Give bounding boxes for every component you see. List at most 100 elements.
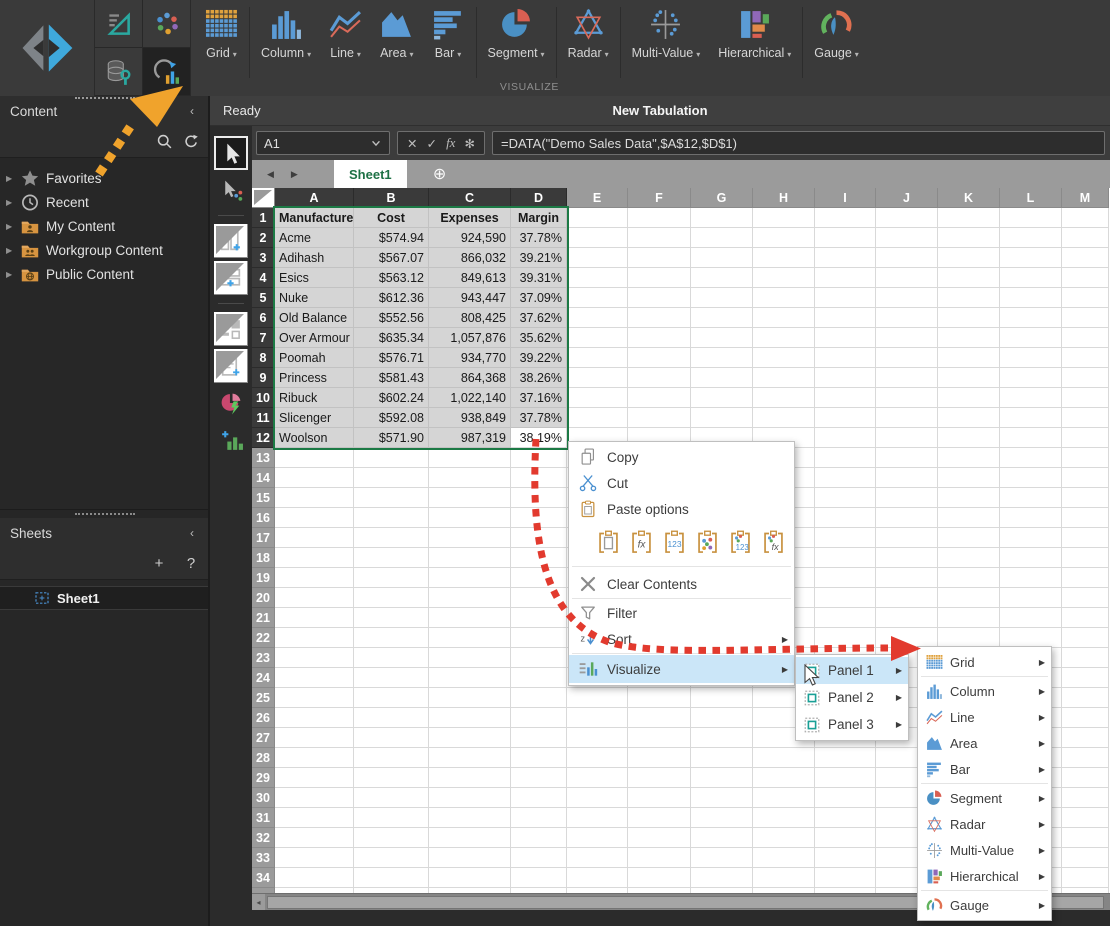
grid-cell[interactable] [511,548,567,568]
menu-item-panel-3[interactable]: Panel 3▶ [796,711,908,738]
grid-cell[interactable] [691,228,753,248]
grid-cell[interactable] [628,368,691,388]
sidebar-item-favorites[interactable]: ▶Favorites [0,166,208,190]
grid-cell[interactable] [815,808,876,828]
column-header-M[interactable]: M [1062,188,1109,208]
grid-cell[interactable]: 37.09% [511,288,567,308]
grid-cell[interactable] [429,668,511,688]
grid-cell[interactable] [567,708,628,728]
grid-cell[interactable] [1000,308,1062,328]
grid-cell[interactable] [275,488,354,508]
menu-item-clear-contents[interactable]: Clear Contents [569,571,794,597]
grid-cell[interactable] [815,388,876,408]
sidebar-item-workgroup-content[interactable]: ▶Workgroup Content [0,238,208,262]
row-header[interactable]: 23 [252,648,275,668]
grid-cell[interactable] [938,268,1000,288]
column-header-K[interactable]: K [938,188,1000,208]
grid-cell[interactable] [753,868,815,888]
grid-cell[interactable] [1000,408,1062,428]
grid-cell[interactable] [1000,388,1062,408]
grid-cell[interactable] [567,828,628,848]
column-header-D[interactable]: D [511,188,567,208]
grid-cell[interactable] [815,888,876,893]
grid-cell[interactable] [815,308,876,328]
grid-cell[interactable]: 808,425 [429,308,511,328]
grid-cell[interactable] [275,508,354,528]
grid-cell[interactable] [876,488,938,508]
grid-cell[interactable] [753,368,815,388]
grid-cell[interactable] [815,828,876,848]
grid-cell[interactable]: 38.26% [511,368,567,388]
grid-cell[interactable] [354,608,429,628]
grid-cell[interactable] [275,808,354,828]
grid-cell[interactable] [876,228,938,248]
grid-cell[interactable] [567,788,628,808]
grid-cell[interactable] [876,588,938,608]
row-header[interactable]: 28 [252,748,275,768]
grid-cell[interactable] [275,588,354,608]
menu-item-paste-options[interactable]: Paste options [569,496,794,522]
grid-cell[interactable] [691,708,753,728]
grid-cell[interactable] [628,408,691,428]
grid-cell[interactable]: 35.62% [511,328,567,348]
grid-cell[interactable] [876,248,938,268]
grid-cell[interactable] [815,588,876,608]
grid-cell[interactable] [567,768,628,788]
grid-cell[interactable] [354,748,429,768]
grid-cell[interactable] [628,888,691,893]
grid-cell[interactable] [876,608,938,628]
grid-cell[interactable] [567,848,628,868]
grid-cell[interactable] [938,288,1000,308]
grid-cell[interactable] [691,408,753,428]
select-tool-button[interactable] [214,136,248,170]
grid-cell[interactable] [753,388,815,408]
grid-cell[interactable] [567,368,628,388]
grid-cell[interactable] [275,788,354,808]
grid-cell[interactable]: Nuke [275,288,354,308]
grid-cell[interactable] [275,768,354,788]
grid-cell[interactable] [1062,528,1109,548]
grid-cell[interactable] [354,788,429,808]
grid-cell[interactable] [628,308,691,328]
expander-icon[interactable]: ▶ [6,222,19,231]
grid-cell[interactable] [429,648,511,668]
insert-column-button[interactable] [214,224,248,258]
row-header[interactable]: 8 [252,348,275,368]
grid-cell[interactable] [938,208,1000,228]
grid-cell[interactable] [567,248,628,268]
grid-cell[interactable] [628,388,691,408]
grid-cell[interactable] [938,488,1000,508]
grid-cell[interactable] [354,488,429,508]
menu-item-cut[interactable]: Cut [569,470,794,496]
row-header[interactable]: 31 [252,808,275,828]
grid-cell[interactable] [429,708,511,728]
column-header-G[interactable]: G [691,188,753,208]
grid-cell[interactable] [938,528,1000,548]
row-header[interactable]: 14 [252,468,275,488]
grid-cell[interactable] [815,528,876,548]
grid-cell[interactable] [753,228,815,248]
grid-cell[interactable] [429,568,511,588]
select-all-corner[interactable] [252,188,275,208]
grid-cell[interactable] [753,208,815,228]
grid-cell[interactable] [567,308,628,328]
grid-cell[interactable] [511,468,567,488]
grid-cell[interactable] [691,208,753,228]
grid-cell[interactable] [567,388,628,408]
grid-cell[interactable]: 1,022,140 [429,388,511,408]
grid-cell[interactable] [938,548,1000,568]
row-header[interactable]: 27 [252,728,275,748]
grid-cell[interactable] [876,468,938,488]
grid-cell[interactable] [628,268,691,288]
grid-cell[interactable] [876,408,938,428]
grid-cell[interactable] [275,828,354,848]
menu-item-copy[interactable]: Copy [569,444,794,470]
cancel-icon[interactable]: ✕ [407,136,417,151]
grid-cell[interactable] [628,208,691,228]
grid-cell[interactable]: Margin [511,208,567,228]
grid-cell[interactable] [1062,548,1109,568]
expander-icon[interactable]: ▶ [6,174,19,183]
grid-cell[interactable] [275,728,354,748]
grid-cell[interactable] [354,568,429,588]
grid-cell[interactable] [876,628,938,648]
